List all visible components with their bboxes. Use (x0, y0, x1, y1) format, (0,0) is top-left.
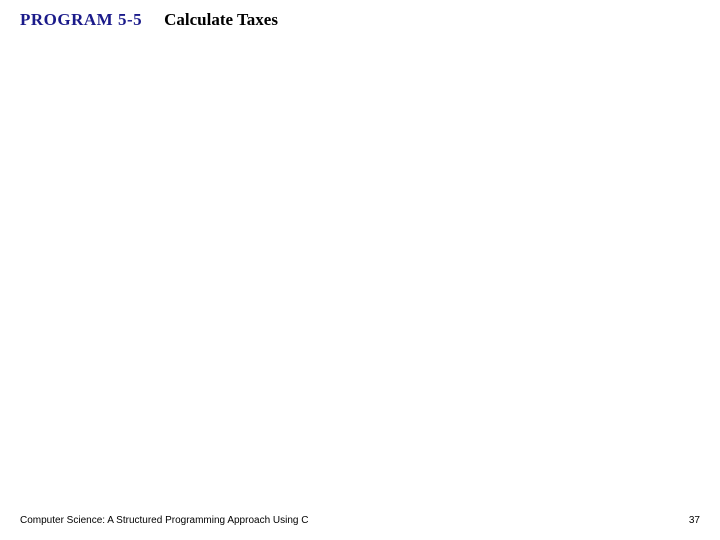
page-number: 37 (689, 515, 700, 526)
program-title: Calculate Taxes (164, 10, 278, 30)
slide-footer: Computer Science: A Structured Programmi… (20, 515, 700, 526)
program-label: PROGRAM 5-5 (20, 10, 142, 30)
footer-text: Computer Science: A Structured Programmi… (20, 515, 308, 526)
slide-header: PROGRAM 5-5 Calculate Taxes (20, 10, 278, 30)
